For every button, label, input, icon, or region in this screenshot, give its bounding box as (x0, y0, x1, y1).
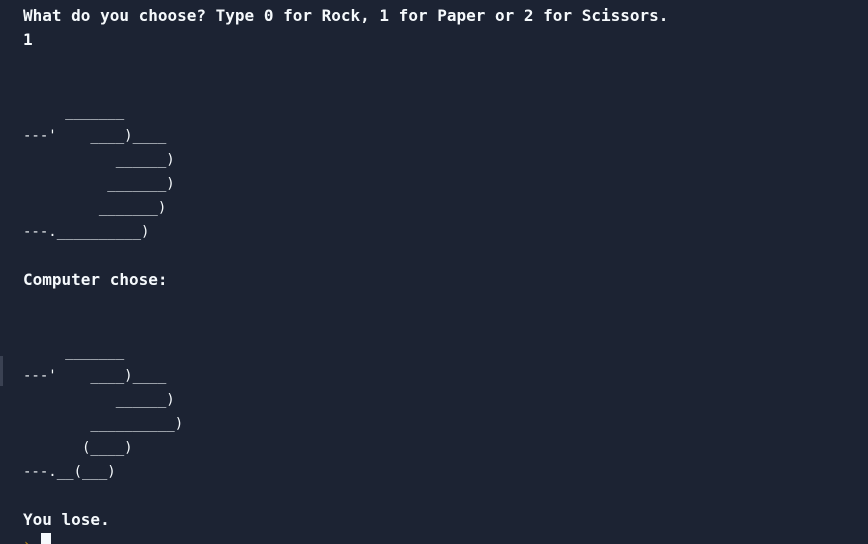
ascii-line: ---.__(___) (23, 464, 116, 480)
ascii-line: _______ (23, 104, 125, 120)
scroll-edge-marker (0, 356, 3, 386)
ascii-line: ---' ____)____ (23, 368, 167, 384)
input-prompt-row[interactable]: › (23, 532, 868, 544)
ascii-line: ---' ____)____ (23, 128, 167, 144)
text-cursor[interactable] (41, 533, 51, 544)
result-text: You lose. (23, 510, 110, 529)
ascii-line: __________) (23, 416, 184, 432)
ascii-line: _______) (23, 200, 167, 216)
ascii-line: ---.__________) (23, 224, 150, 240)
user-choice-input: 1 (23, 30, 33, 49)
ascii-line (23, 76, 868, 100)
prompt-chevron-icon: › (23, 537, 31, 544)
ascii-line: (____) (23, 440, 133, 456)
ascii-line (23, 316, 868, 340)
player-hand-art: _______ ---' ____)____ ______) _______) … (23, 52, 868, 244)
choice-prompt: What do you choose? Type 0 for Rock, 1 f… (23, 6, 669, 25)
ascii-line: ______) (23, 392, 175, 408)
ascii-line: ______) (23, 152, 175, 168)
ascii-line: _______) (23, 176, 175, 192)
computer-chose-label: Computer chose: (23, 270, 168, 289)
ascii-line (23, 292, 868, 316)
computer-hand-art: _______ ---' ____)____ ______) _________… (23, 292, 868, 484)
ascii-line (23, 52, 868, 76)
console-output: What do you choose? Type 0 for Rock, 1 f… (0, 0, 868, 544)
ascii-line: _______ (23, 344, 125, 360)
